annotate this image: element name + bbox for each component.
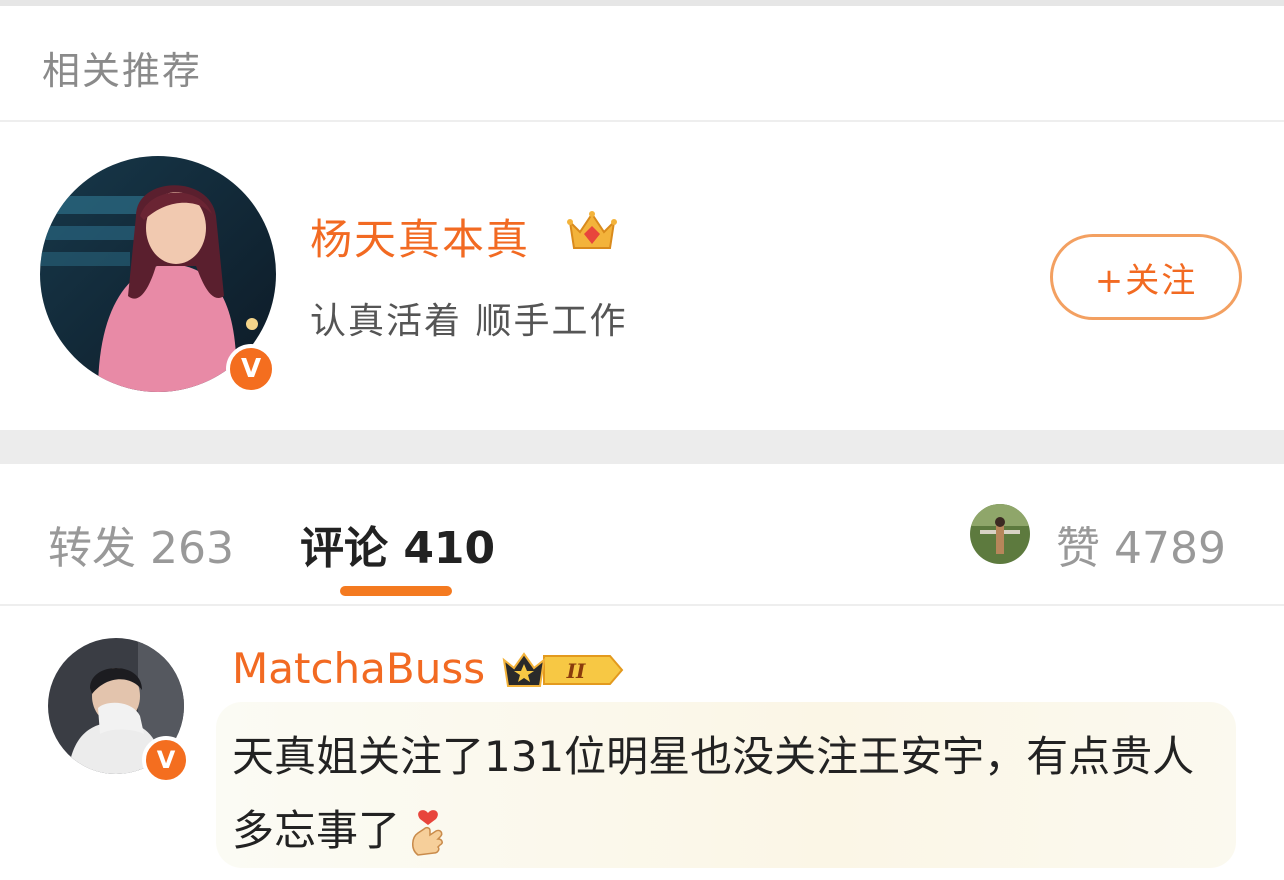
verified-badge-icon: V — [142, 736, 190, 784]
liker-avatar[interactable] — [970, 504, 1030, 564]
top-edge-bar — [0, 0, 1284, 6]
verified-badge-icon: V — [226, 344, 276, 394]
finger-heart-icon — [408, 806, 448, 880]
interaction-tabs: 转发 263 评论 410 赞 4789 — [0, 464, 1284, 604]
comment-body: 天真姐关注了131位明星也没关注王安宇，有点贵人多忘事了 — [232, 732, 1195, 855]
tab-repost[interactable]: 转发 263 — [48, 512, 234, 576]
comment-text: 天真姐关注了131位明星也没关注王安宇，有点贵人多忘事了 — [232, 720, 1222, 880]
section-title: 相关推荐 — [42, 49, 203, 93]
commenter-name[interactable]: MatchaBuss — [232, 644, 485, 693]
recommended-user-bio: 认真活着 顺手工作 — [310, 301, 628, 342]
recommended-user-card[interactable]: V 杨天真本真 认真活着 顺手工作 +关注 — [0, 122, 1284, 430]
vip-level-text: II — [566, 659, 586, 683]
comment-item: V MatchaBuss II 天真姐关注了131位明星也没关注王安宇，有点贵人… — [0, 606, 1284, 872]
follow-button[interactable]: +关注 — [1050, 234, 1242, 320]
recommended-user-name[interactable]: 杨天真本真 — [310, 206, 530, 267]
tab-comment[interactable]: 评论 410 — [300, 512, 495, 576]
active-tab-indicator — [340, 586, 452, 596]
tab-like[interactable]: 赞 4789 — [1056, 512, 1226, 576]
vip-crown-badge-icon: II — [500, 646, 626, 694]
section-separator — [0, 430, 1284, 464]
crown-icon — [566, 208, 618, 254]
